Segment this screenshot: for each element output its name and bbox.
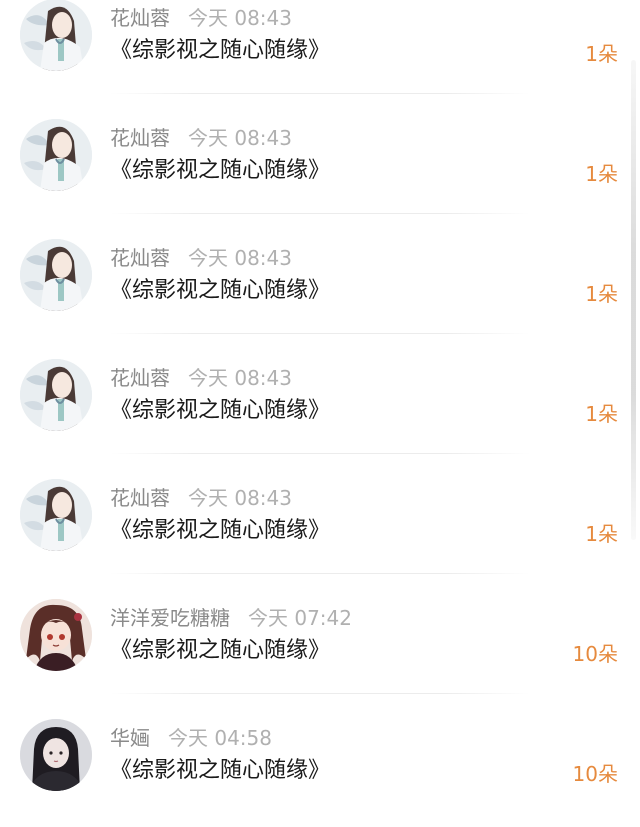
scrollbar[interactable] [631,60,636,540]
sender-name[interactable]: 华婳 [110,726,150,750]
avatar[interactable] [20,239,92,311]
anime-girl-avatar-brown-icon [20,599,92,671]
girl-photo-avatar-dark-icon [20,719,92,791]
sender-meta: 花灿蓉 今天 08:43 [110,123,292,153]
list-item[interactable]: 华婳 今天 04:58 《综影视之随心随缘》 10朵 [0,707,640,827]
gift-amount: 10朵 [572,642,618,666]
avatar[interactable] [20,0,92,71]
sender-meta: 华婳 今天 04:58 [110,723,272,753]
gift-amount: 10朵 [572,762,618,786]
divider [110,453,530,454]
gift-time: 今天 08:43 [188,246,292,270]
list-item[interactable]: 洋洋爱吃糖糖 今天 07:42 《综影视之随心随缘》 10朵 [0,587,640,707]
gift-time: 今天 08:43 [188,126,292,150]
sender-meta: 花灿蓉 今天 08:43 [110,483,292,513]
avatar[interactable] [20,479,92,551]
gift-amount: 1朵 [585,522,618,546]
gift-time: 今天 08:43 [188,6,292,30]
divider [110,93,530,94]
book-title: 《综影视之随心随缘》 [110,398,331,423]
sender-meta: 洋洋爱吃糖糖 今天 07:42 [110,603,352,633]
sender-name[interactable]: 花灿蓉 [110,486,170,510]
sender-name[interactable]: 洋洋爱吃糖糖 [110,606,230,630]
list-item[interactable]: 花灿蓉 今天 08:43 《综影视之随心随缘》 1朵 [0,347,640,467]
sender-name[interactable]: 花灿蓉 [110,366,170,390]
avatar[interactable] [20,359,92,431]
book-title: 《综影视之随心随缘》 [110,518,331,543]
divider [110,333,530,334]
book-title: 《综影视之随心随缘》 [110,638,331,663]
list-item[interactable]: 花灿蓉 今天 08:43 《综影视之随心随缘》 1朵 [0,467,640,587]
anime-girl-avatar-white-icon [20,479,92,551]
gift-amount: 1朵 [585,42,618,66]
gift-time: 今天 08:43 [188,366,292,390]
sender-name[interactable]: 花灿蓉 [110,246,170,270]
gift-time: 今天 08:43 [188,486,292,510]
anime-girl-avatar-white-icon [20,359,92,431]
sender-meta: 花灿蓉 今天 08:43 [110,363,292,393]
anime-girl-avatar-white-icon [20,119,92,191]
divider [110,213,530,214]
gift-time: 今天 07:42 [248,606,352,630]
list-item[interactable]: 花灿蓉 今天 08:43 《综影视之随心随缘》 1朵 [0,227,640,347]
gift-amount: 1朵 [585,282,618,306]
book-title: 《综影视之随心随缘》 [110,278,331,303]
book-title: 《综影视之随心随缘》 [110,158,331,183]
list-item[interactable]: 花灿蓉 今天 08:43 《综影视之随心随缘》 1朵 [0,0,640,107]
sender-meta: 花灿蓉 今天 08:43 [110,243,292,273]
sender-meta: 花灿蓉 今天 08:43 [110,3,292,33]
gift-record-list: 花灿蓉 今天 08:43 《综影视之随心随缘》 1朵 花灿蓉 今天 08:43 《综… [0,0,640,827]
avatar[interactable] [20,719,92,791]
avatar[interactable] [20,119,92,191]
gift-amount: 1朵 [585,402,618,426]
anime-girl-avatar-white-icon [20,0,92,71]
avatar[interactable] [20,599,92,671]
sender-name[interactable]: 花灿蓉 [110,126,170,150]
gift-amount: 1朵 [585,162,618,186]
divider [110,693,530,694]
book-title: 《综影视之随心随缘》 [110,758,331,783]
list-item[interactable]: 花灿蓉 今天 08:43 《综影视之随心随缘》 1朵 [0,107,640,227]
sender-name[interactable]: 花灿蓉 [110,6,170,30]
gift-time: 今天 04:58 [168,726,272,750]
book-title: 《综影视之随心随缘》 [110,38,331,63]
anime-girl-avatar-white-icon [20,239,92,311]
divider [110,573,530,574]
